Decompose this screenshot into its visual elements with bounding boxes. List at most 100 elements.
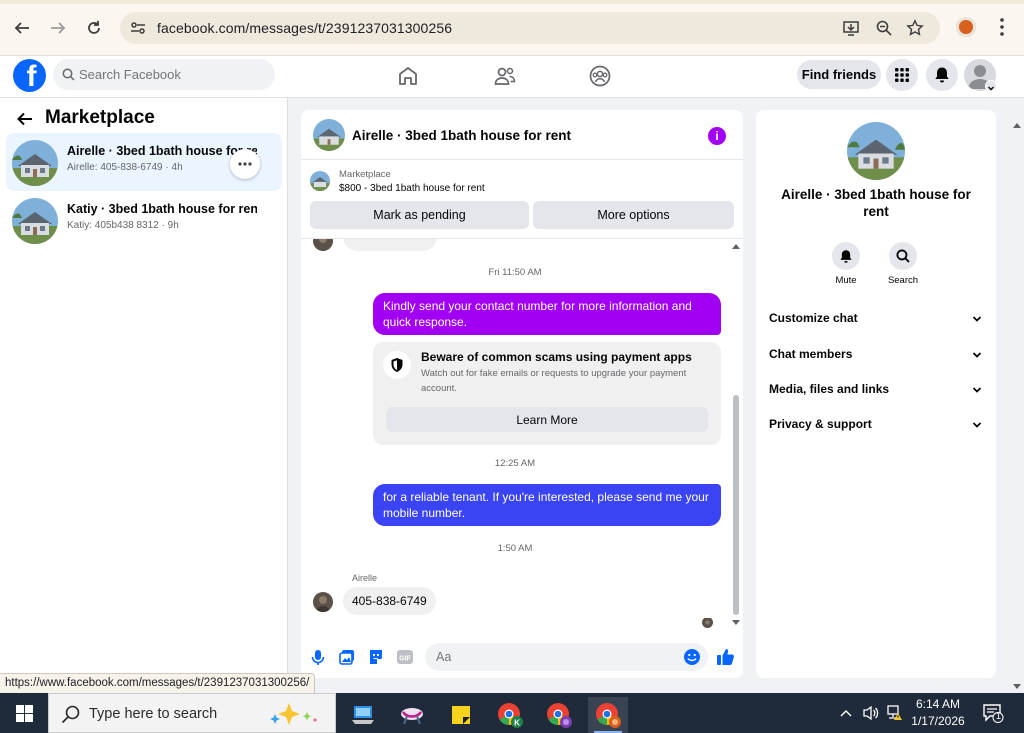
media-files-links-section[interactable]: Media, files and links — [768, 380, 986, 400]
forward-icon[interactable] — [44, 14, 72, 42]
page-scroll-down-icon[interactable] — [1013, 678, 1021, 693]
windows-start-icon[interactable] — [0, 693, 48, 733]
search-icon[interactable] — [889, 242, 917, 270]
outgoing-message[interactable]: Kindly send your contact number for more… — [373, 293, 721, 335]
menu-grid-icon[interactable] — [886, 59, 918, 91]
details-title: Airelle · 3bed 1bath house for rent — [781, 187, 971, 219]
photo-gallery-icon[interactable] — [338, 648, 356, 666]
taskbar-search-box[interactable]: Type here to search — [48, 693, 336, 733]
message-input[interactable] — [436, 643, 676, 671]
search-highlights-icon[interactable] — [263, 700, 325, 731]
friends-icon[interactable] — [493, 64, 517, 88]
sticker-icon[interactable] — [367, 648, 385, 666]
timestamp: Fri 11:50 AM — [488, 267, 542, 278]
outgoing-message[interactable]: for a reliable tenant. If you're interes… — [373, 484, 721, 526]
home-icon[interactable] — [396, 64, 420, 88]
shield-icon — [383, 351, 411, 379]
thumbs-up-icon[interactable] — [716, 647, 734, 665]
taskbar-app-snipping-icon[interactable] — [392, 697, 432, 733]
mark-as-pending-button[interactable]: Mark as pending — [310, 201, 529, 229]
conversation-info-icon[interactable]: i — [708, 127, 726, 145]
timestamp: 12:25 AM — [494, 458, 536, 469]
learn-more-button[interactable]: Learn More — [386, 407, 708, 432]
search-icon — [62, 68, 75, 84]
bookmark-star-icon[interactable] — [906, 19, 924, 37]
incoming-message[interactable]: 405-838-6749 — [343, 587, 436, 615]
bell-icon[interactable] — [832, 242, 860, 270]
address-url[interactable]: facebook.com/messages/t/2391237031300256 — [157, 20, 452, 36]
profile-extension-icon[interactable] — [956, 17, 976, 37]
taskbar-app-chrome-profile-k-icon[interactable]: K — [490, 697, 530, 733]
listing-price-title[interactable]: $800 - 3bed 1bath house for rent — [339, 183, 485, 194]
chat-scrollbar-thumb[interactable] — [733, 395, 739, 615]
taskbar-app-remote-desktop-icon[interactable] — [343, 697, 383, 733]
notifications-bell-icon[interactable] — [926, 59, 958, 91]
install-app-icon[interactable] — [842, 19, 860, 37]
house-thumbnail — [12, 198, 58, 244]
account-caret-icon[interactable] — [985, 80, 997, 92]
chevron-down-icon — [972, 313, 982, 327]
chat-members-section[interactable]: Chat members — [768, 345, 986, 365]
section-label: Chat members — [769, 347, 853, 361]
taskbar-app-sticky-notes-icon[interactable] — [441, 697, 481, 733]
facebook-logo[interactable]: f — [13, 59, 46, 92]
chat-panel: Airelle · 3bed 1bath house for rent i Ma… — [301, 110, 743, 678]
reload-icon[interactable] — [80, 14, 108, 42]
customize-chat-section[interactable]: Customize chat — [768, 309, 986, 329]
conversation-name: Airelle · 3bed 1bath house for rent — [67, 144, 257, 158]
more-options-button[interactable]: More options — [533, 201, 734, 229]
gif-icon[interactable]: GIF — [396, 648, 414, 666]
chat-title[interactable]: Airelle · 3bed 1bath house for rent — [352, 128, 571, 143]
page-scroll-up-icon[interactable] — [1013, 116, 1021, 131]
conversation-item-katiy[interactable]: Katiy · 3bed 1bath house for rent Katiy:… — [6, 191, 282, 249]
tray-overflow-chevron-icon[interactable] — [836, 693, 856, 733]
privacy-support-section[interactable]: Privacy & support — [768, 415, 986, 435]
emoji-icon[interactable] — [683, 648, 701, 669]
more-dots-icon — [238, 162, 252, 166]
conversation-item-airelle[interactable]: Airelle · 3bed 1bath house for rent Aire… — [6, 133, 282, 191]
zoom-icon[interactable] — [875, 19, 893, 37]
section-label: Customize chat — [769, 311, 858, 325]
taskbar-clock[interactable]: 6:14 AM 1/17/2026 — [902, 696, 974, 730]
browser-menu-icon[interactable] — [994, 16, 1010, 38]
microphone-icon[interactable] — [309, 648, 327, 666]
conversation-more-button[interactable] — [230, 149, 260, 179]
sender-avatar — [313, 239, 333, 251]
section-label: Privacy & support — [769, 417, 872, 431]
search-box[interactable] — [53, 59, 275, 90]
search-label: Search — [887, 275, 919, 286]
scroll-up-icon — [732, 244, 740, 249]
back-icon[interactable] — [8, 14, 36, 42]
cut-off-message-bubble — [343, 239, 437, 251]
message-input-box[interactable] — [425, 643, 708, 671]
back-arrow-icon[interactable] — [16, 110, 34, 131]
conversation-preview: Airelle: 405-838-6749 · 4h — [67, 162, 183, 173]
chat-scrollbar[interactable] — [730, 239, 742, 634]
taskbar-app-chrome-profile-icon[interactable] — [539, 697, 579, 733]
volume-icon[interactable] — [860, 693, 882, 733]
chat-avatar[interactable] — [313, 119, 345, 151]
listing-thumbnail[interactable] — [310, 171, 330, 191]
sender-avatar[interactable] — [313, 592, 333, 612]
tab-strip-edge — [0, 0, 1024, 4]
details-avatar[interactable] — [847, 122, 905, 180]
clock-date: 1/17/2026 — [911, 714, 965, 728]
site-settings-icon[interactable] — [130, 20, 146, 39]
find-friends-button[interactable]: Find friends — [797, 60, 881, 89]
message-list[interactable]: Fri 11:50 AM Kindly send your contact nu… — [301, 239, 743, 634]
message-composer: GIF — [301, 638, 743, 678]
address-bar[interactable]: facebook.com/messages/t/2391237031300256 — [120, 12, 940, 44]
mute-button[interactable]: Mute — [821, 242, 871, 286]
search-input[interactable] — [79, 59, 269, 90]
timestamp: 1:50 AM — [497, 543, 533, 554]
marketplace-sidebar: Marketplace Airelle · 3bed 1bath house f… — [0, 98, 288, 692]
link-status-bar: https://www.facebook.com/messages/t/2391… — [0, 673, 316, 693]
facebook-header: f Find friends — [0, 56, 1024, 128]
section-label: Media, files and links — [769, 382, 890, 396]
notification-center-icon[interactable]: 1 — [982, 703, 1004, 726]
scam-warning-card: Beware of common scams using payment app… — [373, 342, 721, 445]
groups-icon[interactable] — [588, 64, 612, 88]
taskbar-app-chrome-active-icon[interactable] — [588, 697, 628, 733]
search-in-conversation-button[interactable]: Search — [878, 242, 928, 286]
network-warning-icon[interactable] — [884, 693, 904, 733]
